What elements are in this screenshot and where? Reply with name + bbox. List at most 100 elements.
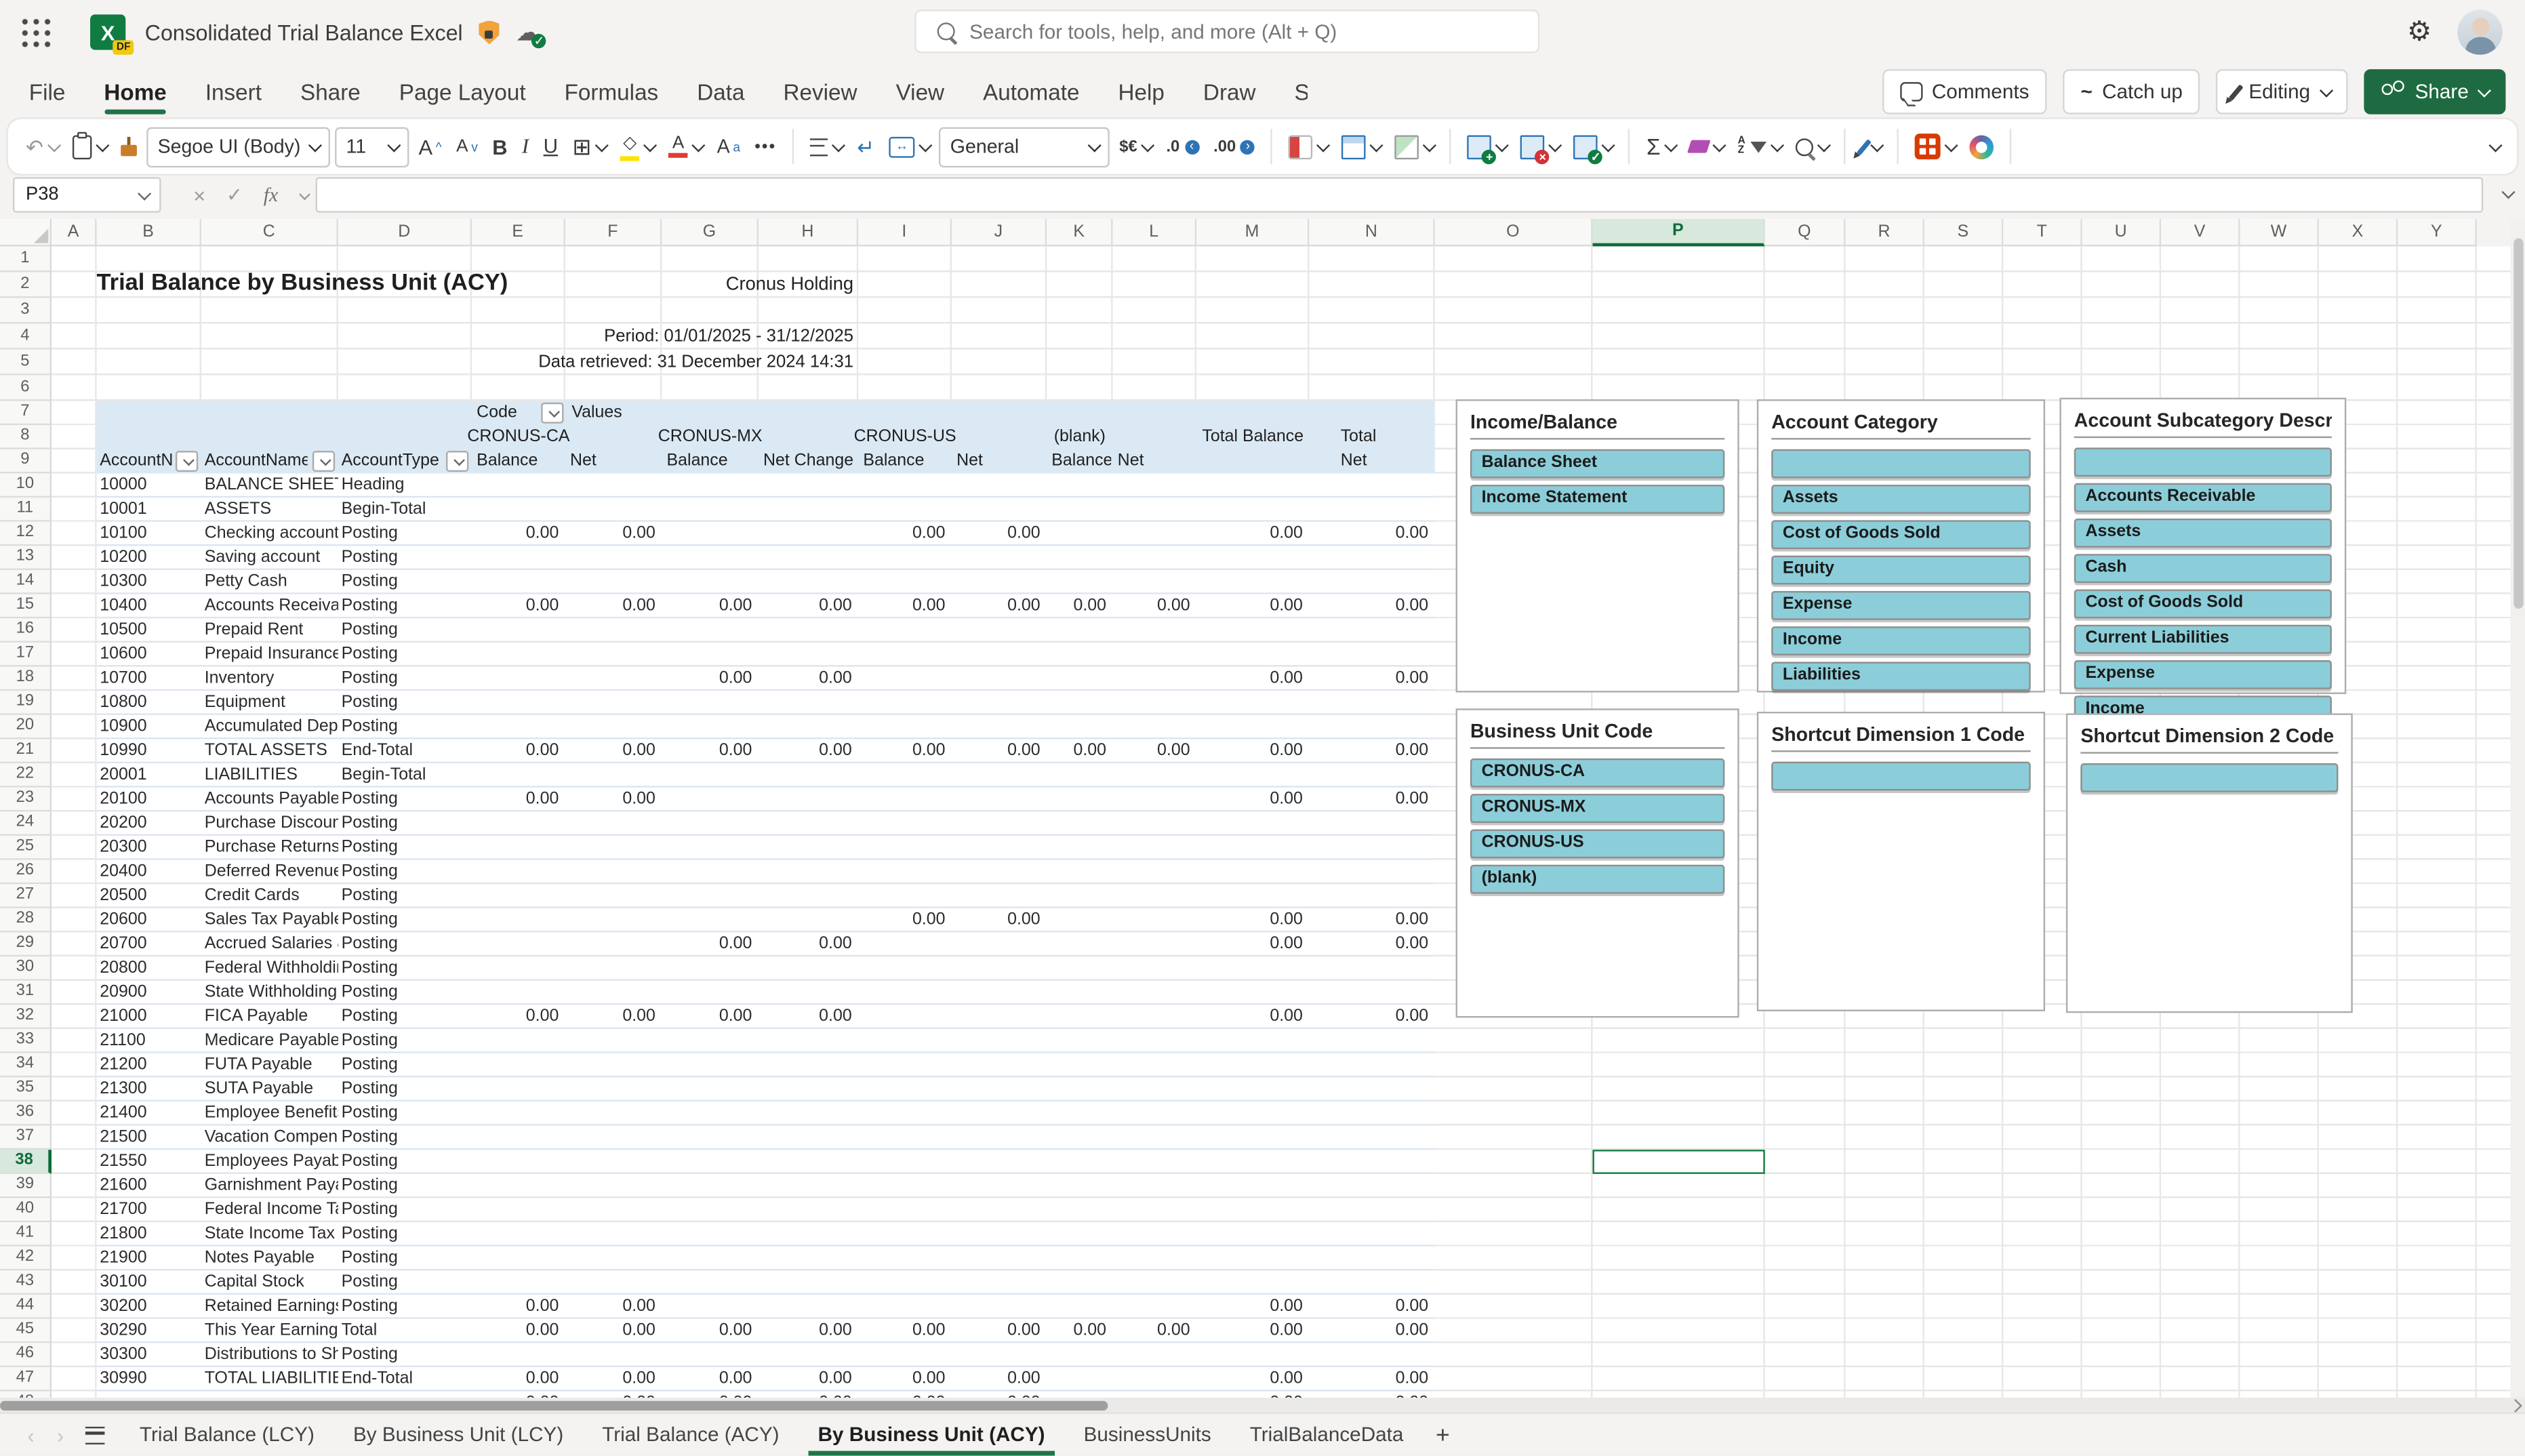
row-header-36[interactable]: 36	[0, 1101, 52, 1126]
cell-value[interactable]	[1047, 836, 1112, 858]
row-header-4[interactable]: 4	[0, 323, 52, 350]
cell-value[interactable]	[1047, 546, 1112, 568]
menu-item-home[interactable]: Home	[104, 64, 167, 119]
pivot-row[interactable]: 20500 Credit Cards Posting	[96, 884, 1435, 908]
menu-item-help[interactable]: Help	[1118, 64, 1165, 119]
cell-value[interactable]	[472, 981, 565, 1003]
cell-value[interactable]	[662, 1126, 759, 1148]
cell-value[interactable]	[1309, 570, 1434, 592]
cell-account-type[interactable]: Posting	[338, 1005, 472, 1027]
cell-account-type[interactable]: Posting	[338, 1343, 472, 1365]
cell-account-number[interactable]: 21600	[97, 1174, 201, 1196]
cell-value[interactable]: 0.00	[759, 1319, 858, 1341]
cell-value[interactable]	[1047, 643, 1112, 665]
cell-value[interactable]	[759, 1174, 858, 1196]
cell-value[interactable]	[1309, 860, 1434, 883]
cell-value[interactable]	[952, 715, 1047, 737]
slicer-item-cost-of-goods-sold[interactable]: Cost of Goods Sold	[1771, 520, 2031, 550]
row-header-19[interactable]: 19	[0, 691, 52, 715]
menu-item-review[interactable]: Review	[784, 64, 857, 119]
cell-account-name[interactable]: Sales Tax Payable	[201, 908, 338, 931]
cell-value[interactable]	[1309, 884, 1434, 906]
enter-icon[interactable]: ✓	[226, 184, 243, 206]
cell-value[interactable]	[472, 570, 565, 592]
cell-account-type[interactable]: Posting	[338, 618, 472, 641]
cell-value[interactable]	[1309, 836, 1434, 858]
cell-account-type[interactable]: Begin-Total	[338, 498, 472, 520]
cell-value[interactable]	[858, 618, 952, 641]
pivot-row[interactable]: 30100 Capital Stock Posting	[96, 1270, 1435, 1295]
cell-value[interactable]	[858, 956, 952, 979]
cell-account-type[interactable]: Posting	[338, 715, 472, 737]
cell-value[interactable]	[1196, 1126, 1309, 1148]
cell-value[interactable]	[565, 570, 662, 592]
pivot-row[interactable]: 10400 Accounts Receivabl Posting 0.00 0.00 0.…	[96, 594, 1435, 619]
cell-account-type[interactable]: Posting	[338, 860, 472, 883]
cell-value[interactable]: 0.00	[662, 1367, 759, 1390]
cell-value[interactable]: 0.00	[952, 908, 1047, 931]
cell-value[interactable]	[1047, 570, 1112, 592]
cell-value[interactable]: 0.00	[858, 1367, 952, 1390]
row-header-30[interactable]: 30	[0, 956, 52, 981]
cell-value[interactable]: 0.00	[1309, 1392, 1434, 1398]
cell-account-number[interactable]	[97, 1392, 201, 1398]
vertical-scrollbar-thumb[interactable]	[2513, 238, 2523, 609]
cell-account-name[interactable]: Credit Cards	[201, 884, 338, 906]
cell-value[interactable]	[1047, 473, 1112, 496]
cell-value[interactable]	[1309, 473, 1434, 496]
cell-value[interactable]	[952, 956, 1047, 979]
cell-value[interactable]	[858, 1053, 952, 1076]
cell-value[interactable]	[662, 1077, 759, 1099]
cell-value[interactable]	[662, 473, 759, 496]
cell-value[interactable]	[858, 884, 952, 906]
cell-value[interactable]	[1047, 1101, 1112, 1124]
cell-account-type[interactable]: Posting	[338, 788, 472, 810]
cell-value[interactable]	[565, 498, 662, 520]
cell-value[interactable]	[858, 473, 952, 496]
cell-account-type[interactable]: Posting	[338, 1270, 472, 1293]
slicer-item-cronus-mx[interactable]: CRONUS-MX	[1470, 794, 1725, 823]
cell-value[interactable]: 0.00	[662, 594, 759, 617]
cell-account-number[interactable]: 30200	[97, 1295, 201, 1317]
paste-button[interactable]	[68, 125, 111, 167]
cell-value[interactable]	[1113, 1126, 1197, 1148]
menu-item-file[interactable]: File	[29, 64, 66, 119]
cell-value[interactable]	[662, 1343, 759, 1365]
cell-value[interactable]	[472, 1247, 565, 1269]
cell-account-number[interactable]: 21550	[97, 1150, 201, 1172]
cell-account-name[interactable]: Inventory	[201, 667, 338, 689]
row-header-8[interactable]: 8	[0, 425, 52, 449]
slicer-item-cronus-us[interactable]: CRONUS-US	[1470, 829, 1725, 859]
slicer-item-blank[interactable]	[2080, 763, 2339, 792]
cell-value[interactable]	[759, 1198, 858, 1220]
cell-value[interactable]: 0.00	[472, 1295, 565, 1317]
cell-account-number[interactable]: 20600	[97, 908, 201, 931]
accountname-filter-button[interactable]	[312, 449, 336, 471]
cell-value[interactable]	[1047, 498, 1112, 520]
cell-value[interactable]	[1113, 1198, 1197, 1220]
row-header-42[interactable]: 42	[0, 1246, 52, 1271]
cell-value[interactable]	[662, 715, 759, 737]
cell-value[interactable]: 0.00	[1309, 1295, 1434, 1317]
cell-value[interactable]	[759, 763, 858, 786]
cell-value[interactable]	[1309, 1077, 1434, 1099]
cell-value[interactable]	[858, 1005, 952, 1027]
row-header-33[interactable]: 33	[0, 1029, 52, 1053]
cell-value[interactable]: 0.00	[759, 667, 858, 689]
expand-formula-bar-icon[interactable]	[2501, 185, 2516, 199]
pivot-row[interactable]: 10990 TOTAL ASSETS End-Total 0.00 0.00 0.00 0.…	[96, 739, 1435, 764]
cell-account-number[interactable]: 20001	[97, 763, 201, 786]
cell-account-number[interactable]: 21900	[97, 1247, 201, 1269]
cell-value[interactable]	[858, 667, 952, 689]
cell-account-type[interactable]: Posting	[338, 1077, 472, 1099]
cell-value[interactable]	[472, 715, 565, 737]
pivot-row[interactable]: 10500 Prepaid Rent Posting	[96, 618, 1435, 643]
cell-account-name[interactable]: Vacation Compensa	[201, 1126, 338, 1148]
cell-account-name[interactable]: Distributions to Sha	[201, 1343, 338, 1365]
cell-value[interactable]	[759, 884, 858, 906]
cell-value[interactable]	[858, 836, 952, 858]
pivot-row[interactable]: 30290 This Year Earnings Total 0.00 0.00 0.00…	[96, 1319, 1435, 1343]
cell-styles-button[interactable]	[1390, 125, 1438, 167]
italic-button[interactable]: I	[517, 125, 534, 167]
row-header-3[interactable]: 3	[0, 298, 52, 324]
